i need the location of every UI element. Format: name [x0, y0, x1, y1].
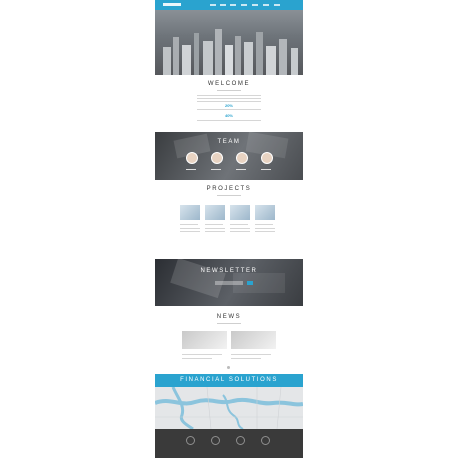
map[interactable]: [155, 387, 303, 429]
news-image[interactable]: [231, 331, 276, 349]
avatar: [236, 152, 248, 164]
text-line: [255, 231, 275, 232]
logo[interactable]: [163, 3, 181, 6]
project-caption: [255, 224, 273, 225]
text-line: [180, 231, 200, 232]
nav-item[interactable]: [230, 4, 236, 6]
project-image[interactable]: [230, 205, 250, 220]
nav-item[interactable]: [241, 4, 247, 6]
project-image[interactable]: [180, 205, 200, 220]
team-title: TEAM: [217, 139, 241, 145]
footer: [155, 429, 303, 458]
hero-image: [155, 10, 303, 75]
welcome-title: WELCOME: [207, 81, 251, 87]
nav-item[interactable]: [210, 4, 216, 6]
text-line: [230, 228, 250, 229]
text-line: [197, 95, 261, 96]
project-caption: [180, 224, 198, 225]
text-line: [255, 228, 275, 229]
title-divider: [217, 323, 241, 324]
project-image[interactable]: [205, 205, 225, 220]
newsletter-submit-button[interactable]: [247, 281, 253, 285]
text-line: [205, 231, 225, 232]
text-line: [197, 120, 261, 121]
newsletter-title: NEWSLETTER: [200, 268, 258, 274]
nav-item[interactable]: [252, 4, 258, 6]
map-water: [155, 387, 303, 429]
title-divider: [217, 90, 241, 91]
team-member-name: [261, 169, 271, 170]
text-line: [182, 354, 222, 355]
text-line: [182, 358, 212, 359]
text-line: [230, 231, 250, 232]
project-caption: [205, 224, 223, 225]
nav-item[interactable]: [274, 4, 280, 6]
welcome-stat: 20%: [224, 103, 233, 108]
text-line: [197, 101, 261, 102]
avatar: [261, 152, 273, 164]
circle-icon[interactable]: [211, 436, 220, 445]
projects-title: PROJECTS: [206, 186, 252, 192]
welcome-stat: 40%: [224, 113, 233, 118]
text-line: [197, 109, 261, 110]
circle-icon[interactable]: [261, 436, 270, 445]
project-caption: [230, 224, 248, 225]
text-line: [180, 228, 200, 229]
text-line: [231, 354, 271, 355]
team-member-name: [186, 169, 196, 170]
financial-title: FINANCIAL SOLUTIONS: [180, 377, 278, 383]
text-line: [197, 98, 261, 99]
circle-icon[interactable]: [186, 436, 195, 445]
team-member-name: [211, 169, 221, 170]
text-line: [205, 228, 225, 229]
pagination-dot[interactable]: [227, 366, 230, 369]
project-image[interactable]: [255, 205, 275, 220]
circle-icon[interactable]: [236, 436, 245, 445]
nav-item[interactable]: [263, 4, 269, 6]
landing-page: WELCOME 20% 40% TEAM PROJECTS NEWSLETTER: [155, 0, 303, 458]
avatar: [211, 152, 223, 164]
news-image[interactable]: [182, 331, 227, 349]
avatar: [186, 152, 198, 164]
team-member-name: [236, 169, 246, 170]
title-divider: [217, 195, 241, 196]
newsletter-email-input[interactable]: [215, 281, 243, 285]
nav-item[interactable]: [220, 4, 226, 6]
text-line: [231, 358, 261, 359]
news-title: NEWS: [216, 314, 242, 320]
